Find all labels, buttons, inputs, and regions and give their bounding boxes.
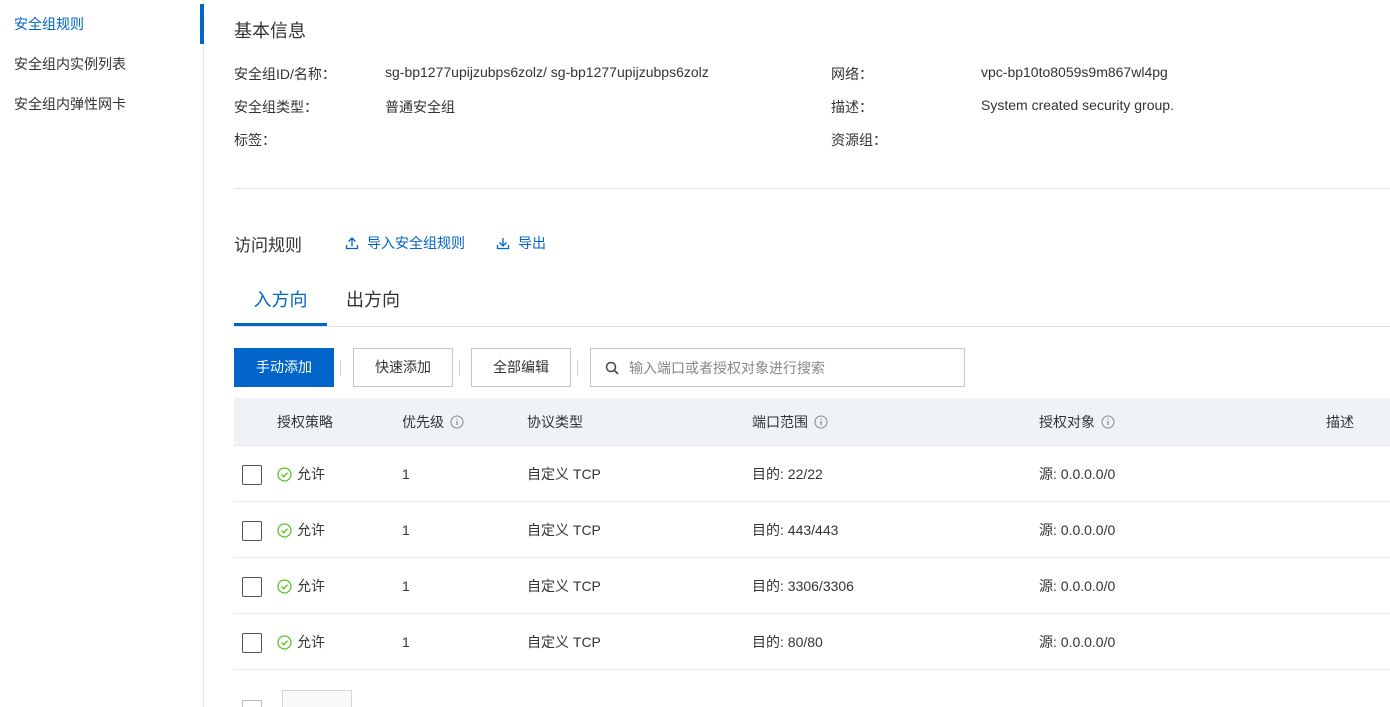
export-button[interactable]: 导出 [496, 233, 546, 253]
policy-label: 允许 [297, 466, 325, 482]
upload-icon [345, 237, 359, 250]
source-cell: 源: 0.0.0.0/0 [1039, 634, 1116, 650]
row-checkbox[interactable] [242, 465, 262, 485]
search-input[interactable] [629, 359, 949, 376]
import-rules-button[interactable]: 导入安全组规则 [345, 233, 465, 253]
export-label: 导出 [518, 235, 546, 251]
info-value-network: vpc-bp10to8059s9m867wl4pg [981, 64, 1168, 80]
th-auth-object-label: 授权对象 [1039, 414, 1095, 430]
info-label-description: 描述： [831, 99, 873, 115]
th-policy: 授权策略 [277, 398, 333, 446]
search-box [590, 348, 965, 387]
row-checkbox[interactable] [242, 633, 262, 653]
info-label-network: 网络： [831, 66, 873, 82]
info-value-description: System created security group. [981, 97, 1174, 113]
info-label-sg-id: 安全组ID/名称： [234, 66, 336, 82]
row-checkbox[interactable] [242, 521, 262, 541]
th-priority: 优先级 [402, 398, 464, 446]
th-port-range-label: 端口范围 [752, 414, 808, 430]
check-circle-icon [277, 522, 292, 538]
info-icon[interactable] [1101, 415, 1115, 429]
port-cell: 目的: 80/80 [752, 634, 823, 650]
th-description-label: 描述 [1326, 414, 1354, 430]
port-cell: 目的: 3306/3306 [752, 578, 854, 594]
table-row: 允许 1 自定义 TCP 目的: 443/443 源: 0.0.0.0/0 [234, 502, 1390, 558]
direction-tabs: 入方向 出方向 [234, 278, 1390, 327]
source-cell: 源: 0.0.0.0/0 [1039, 466, 1116, 482]
check-circle-icon [277, 634, 292, 650]
edit-all-button[interactable]: 全部编辑 [471, 348, 571, 387]
batch-delete-button[interactable] [282, 690, 352, 707]
priority-cell: 1 [402, 578, 410, 594]
search-icon [605, 361, 619, 375]
th-priority-label: 优先级 [402, 414, 444, 430]
info-icon[interactable] [814, 415, 828, 429]
info-label-sg-type: 安全组类型： [234, 99, 318, 115]
policy-cell: 允许 [277, 614, 325, 670]
th-auth-object: 授权对象 [1039, 398, 1115, 446]
info-value-sg-type: 普通安全组 [385, 99, 455, 115]
policy-cell: 允许 [277, 502, 325, 558]
th-description: 描述 [1326, 398, 1354, 446]
main-content: 基本信息 安全组ID/名称： sg-bp1277upijzubps6zolz/ … [234, 0, 1390, 707]
th-port-range: 端口范围 [752, 398, 828, 446]
tab-outbound[interactable]: 出方向 [335, 278, 411, 326]
sidebar-item-security-group-rules[interactable]: 安全组规则 [0, 4, 204, 44]
th-protocol: 协议类型 [527, 398, 583, 446]
protocol-cell: 自定义 TCP [527, 578, 601, 594]
table-header: 授权策略 优先级 协议类型 端口范围 授权对象 描述 [234, 398, 1390, 446]
select-all-checkbox[interactable] [242, 700, 262, 707]
protocol-cell: 自定义 TCP [527, 634, 601, 650]
table-row: 允许 1 自定义 TCP 目的: 22/22 源: 0.0.0.0/0 [234, 446, 1390, 502]
policy-label: 允许 [297, 522, 325, 538]
info-label-resource-group: 资源组： [831, 132, 887, 148]
tab-inbound[interactable]: 入方向 [234, 278, 327, 326]
quick-add-button[interactable]: 快速添加 [353, 348, 453, 387]
toolbar-separator [459, 360, 460, 376]
toolbar-separator [577, 360, 578, 376]
check-circle-icon [277, 466, 292, 482]
th-protocol-label: 协议类型 [527, 414, 583, 430]
source-cell: 源: 0.0.0.0/0 [1039, 522, 1116, 538]
toolbar-separator [340, 360, 341, 376]
sidebar-item-instance-list[interactable]: 安全组内实例列表 [0, 44, 204, 84]
manual-add-button[interactable]: 手动添加 [234, 348, 334, 387]
import-rules-label: 导入安全组规则 [367, 235, 465, 251]
policy-cell: 允许 [277, 446, 325, 502]
source-cell: 源: 0.0.0.0/0 [1039, 578, 1116, 594]
info-icon[interactable] [450, 415, 464, 429]
port-cell: 目的: 443/443 [752, 522, 839, 538]
check-circle-icon [277, 578, 292, 594]
section-divider [234, 188, 1390, 189]
sidebar-item-eni-list[interactable]: 安全组内弹性网卡 [0, 84, 204, 124]
policy-cell: 允许 [277, 558, 325, 614]
table-row: 允许 1 自定义 TCP 目的: 3306/3306 源: 0.0.0.0/0 [234, 558, 1390, 614]
port-cell: 目的: 22/22 [752, 466, 823, 482]
priority-cell: 1 [402, 522, 410, 538]
row-checkbox[interactable] [242, 577, 262, 597]
priority-cell: 1 [402, 466, 410, 482]
info-value-sg-id: sg-bp1277upijzubps6zolz/ sg-bp1277upijzu… [385, 64, 709, 80]
protocol-cell: 自定义 TCP [527, 522, 601, 538]
access-rules-title: 访问规则 [234, 236, 302, 255]
protocol-cell: 自定义 TCP [527, 466, 601, 482]
sidebar: 安全组规则 安全组内实例列表 安全组内弹性网卡 [0, 0, 204, 707]
basic-info-title: 基本信息 [234, 21, 306, 41]
policy-label: 允许 [297, 578, 325, 594]
download-icon [496, 238, 510, 250]
info-label-tags: 标签： [234, 132, 276, 148]
table-row: 允许 1 自定义 TCP 目的: 80/80 源: 0.0.0.0/0 [234, 614, 1390, 670]
policy-label: 允许 [297, 634, 325, 650]
sidebar-active-indicator [200, 4, 204, 44]
priority-cell: 1 [402, 634, 410, 650]
th-policy-label: 授权策略 [277, 414, 333, 430]
